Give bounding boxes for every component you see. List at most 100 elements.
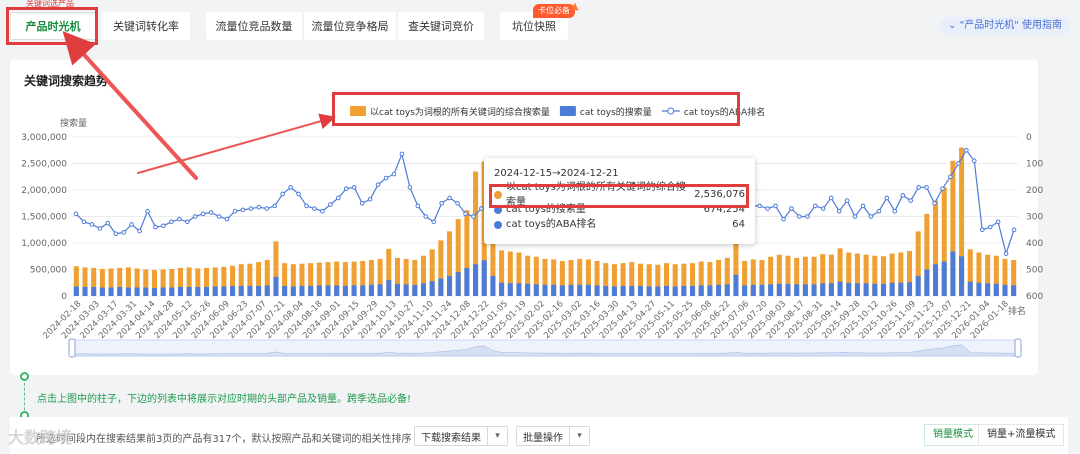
bar-cat-toys-search: [334, 285, 340, 296]
bar-cat-toys-search: [967, 281, 973, 296]
bar-cat-toys-search: [499, 282, 505, 296]
rank-point: [280, 191, 285, 197]
rank-point: [463, 211, 468, 217]
bar-cat-toys-search: [854, 283, 860, 296]
bar-cat-toys-search: [238, 285, 244, 296]
zoom-slider-handle-right: [1014, 338, 1022, 358]
mode-sales-button[interactable]: 销量模式: [924, 424, 982, 446]
bar-cat-toys-search: [368, 284, 374, 296]
bar-cat-toys-search: [837, 281, 843, 296]
rank-point: [439, 200, 444, 206]
bar-cat-toys-search: [629, 285, 635, 296]
bar-cat-toys-search: [447, 275, 453, 296]
rank-point: [828, 195, 834, 201]
tooltip-row: cat toys的ABA排名 64: [494, 217, 745, 232]
bar-cat-toys-search: [1002, 284, 1008, 296]
bar-cat-toys-search: [776, 283, 782, 296]
bar-cat-toys-search: [481, 260, 487, 296]
rank-point: [97, 226, 103, 231]
bar-cat-toys-search: [247, 285, 253, 296]
y2-tick-label: 200: [1026, 186, 1043, 196]
bar-cat-toys-search: [828, 283, 834, 296]
annotation-arrow: [62, 31, 198, 180]
rank-point: [359, 200, 365, 206]
rank-point: [876, 208, 882, 214]
results-toolbar: 所选时间段内在搜索结果前3页的产品有317个，默认按照产品和关键词的相关性排序 …: [10, 417, 1068, 454]
rank-point: [979, 227, 985, 233]
zoom-slider-handle-left: [68, 338, 76, 358]
bar-cat-toys-search: [585, 284, 591, 296]
bar-cat-toys-search: [533, 284, 539, 296]
bar-cat-toys-search: [204, 286, 210, 296]
bar-cat-toys-search: [681, 285, 687, 296]
rank-point: [1003, 251, 1009, 256]
rank-point: [328, 202, 333, 207]
rank-point: [844, 198, 850, 203]
rank-point: [177, 216, 182, 222]
rank-point: [971, 158, 977, 164]
bar-cat-toys-search: [230, 285, 236, 296]
bar-cat-toys-search: [872, 283, 878, 296]
rank-point: [105, 220, 111, 226]
bar-cat-toys-search: [143, 287, 149, 296]
tooltip-highlight-box: [489, 184, 749, 208]
batch-label: 批量操作: [523, 432, 563, 444]
rank-point: [320, 208, 325, 214]
batch-actions-button[interactable]: 批量操作 ▾: [516, 426, 590, 446]
rank-point: [447, 195, 452, 201]
results-description: 所选时间段内在搜索结果前3页的产品有317个，默认按照产品和关键词的相关性排序: [36, 434, 412, 445]
y-tick-label: 1,500,000: [21, 213, 67, 223]
rank-point: [200, 211, 206, 217]
rank-point: [884, 195, 890, 201]
mode-sales-traffic-button[interactable]: 销量+流量模式: [978, 424, 1065, 446]
bar-cat-toys-search: [151, 288, 157, 296]
bar-cat-toys-search: [177, 286, 184, 296]
chevron-down-icon: ▾: [487, 427, 507, 445]
y-tick-label: 500,000: [30, 266, 67, 276]
rank-point: [184, 219, 190, 225]
rank-point: [940, 186, 945, 191]
bar-cat-toys-search: [169, 287, 175, 296]
rank-point: [860, 203, 866, 209]
rank-point: [479, 206, 484, 211]
bar-cat-toys-search: [420, 283, 427, 296]
bar-cat-toys-search: [91, 286, 97, 296]
bar-cat-toys-search: [403, 284, 409, 296]
rank-point: [836, 208, 842, 214]
bar-cat-toys-search: [99, 287, 105, 296]
y2-tick-label: 400: [1026, 239, 1043, 249]
bar-cat-toys-search: [707, 285, 713, 296]
y2-tick-label: 0: [1026, 133, 1032, 143]
dot-icon: [494, 220, 502, 229]
rank-point: [153, 224, 158, 230]
rank-point: [892, 208, 898, 214]
bar-cat-toys-search: [716, 284, 722, 296]
rank-point: [455, 200, 460, 206]
bar-cat-toys-search: [325, 285, 331, 296]
bar-cat-toys-search: [889, 282, 895, 296]
bar-cat-toys-search: [985, 283, 991, 296]
bar-cat-toys-search: [516, 283, 522, 296]
bar-cat-toys-search: [525, 283, 531, 296]
y2-tick-label: 600: [1026, 292, 1043, 302]
download-results-button[interactable]: 下载搜索结果 ▾: [414, 426, 508, 446]
rank-point: [375, 182, 381, 187]
bar-cat-toys-search: [742, 285, 748, 296]
rank-point: [351, 185, 357, 190]
rank-point: [137, 228, 142, 234]
rank-point: [805, 214, 810, 219]
rank-point: [81, 219, 87, 225]
bar-cat-toys-search: [898, 282, 904, 296]
bar-cat-toys-search: [768, 284, 774, 296]
rank-point: [900, 193, 906, 198]
rank-point: [987, 224, 993, 230]
bar-cat-toys-search: [846, 282, 852, 296]
bar-cat-toys-search: [794, 284, 800, 296]
bar-cat-toys-search: [802, 284, 808, 296]
bar-cat-toys-search: [264, 285, 270, 296]
y2-axis-label: 排名: [1008, 305, 1026, 317]
bar-cat-toys-search: [724, 284, 730, 296]
rank-point: [916, 185, 921, 190]
bar-cat-toys-search: [282, 285, 288, 296]
bar-cat-toys-search: [620, 285, 626, 296]
